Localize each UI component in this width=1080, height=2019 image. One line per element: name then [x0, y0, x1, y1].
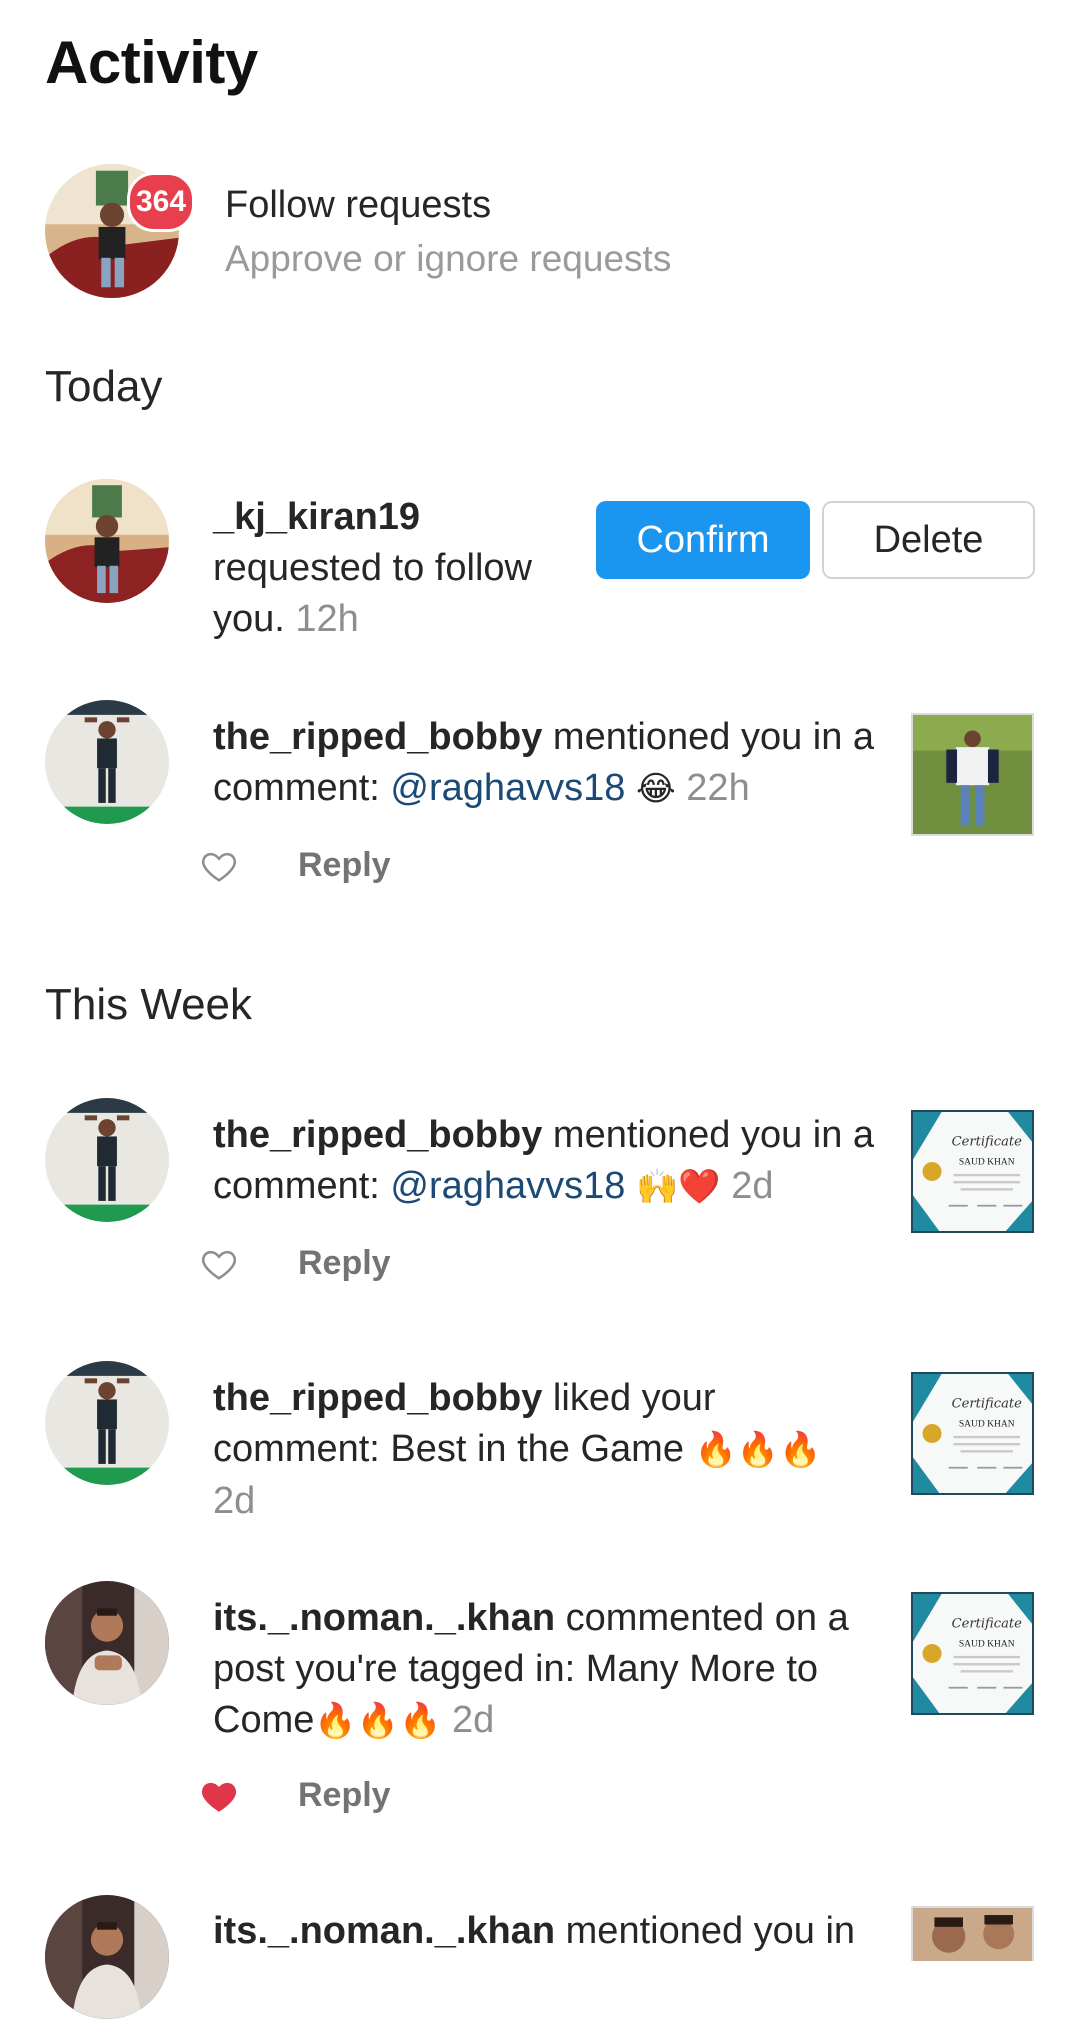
timestamp: 12h — [295, 598, 359, 640]
certificate-heading: Certificate — [952, 1396, 1023, 1411]
follow-requests-title[interactable]: Follow requests — [225, 184, 491, 227]
mention-link[interactable]: @raghavvs18 — [390, 767, 625, 809]
request-text-line1: requested to follow — [213, 547, 532, 589]
avatar-the-ripped-bobby[interactable] — [45, 700, 169, 824]
timestamp: 2d — [731, 1165, 774, 1207]
timestamp: 2d — [213, 1480, 256, 1522]
username-link[interactable]: the_ripped_bobby — [213, 716, 542, 758]
page-title: Activity — [45, 29, 258, 96]
mention-link[interactable]: @raghavvs18 — [390, 1165, 625, 1207]
certificate-name: SAUD KHAN — [959, 1639, 1015, 1649]
username-link[interactable]: its._.noman._.khan — [213, 1597, 555, 1639]
avatar-the-ripped-bobby[interactable] — [45, 1098, 169, 1222]
request-text-line2: you. — [213, 598, 285, 640]
mention-notification-text: the_ripped_bobby mentioned you in a comm… — [213, 712, 883, 815]
action-text: liked your — [542, 1377, 716, 1419]
username-link[interactable]: its._.noman._.khan — [213, 1910, 555, 1952]
certificate-thumbnail[interactable]: Certificate SAUD KHAN — [911, 1372, 1034, 1495]
follow-requests-count-badge: 364 — [127, 172, 195, 232]
timestamp: 22h — [686, 767, 750, 809]
like-notification-text: the_ripped_bobby liked your comment: Bes… — [213, 1373, 883, 1527]
username-link[interactable]: _kj_kiran19 — [213, 496, 420, 538]
mention-notification-text: the_ripped_bobby mentioned you in a comm… — [213, 1110, 883, 1213]
username-link[interactable]: the_ripped_bobby — [213, 1114, 542, 1156]
emoji: 🙌❤️ — [636, 1167, 721, 1207]
avatar-its-noman-khan[interactable] — [45, 1581, 169, 1705]
action-text: commented on a — [555, 1597, 849, 1639]
mention-notification-text: its._.noman._.khan mentioned you in — [213, 1906, 883, 1957]
follow-request-text: _kj_kiran19 requested to follow you. 12h — [213, 492, 583, 645]
liked-comment-text: comment: Best in the Game — [213, 1428, 695, 1470]
delete-button[interactable]: Delete — [822, 501, 1035, 579]
action-text: mentioned you in a — [542, 1114, 875, 1156]
reply-button[interactable]: Reply — [298, 1244, 391, 1283]
avatar-its-noman-khan[interactable] — [45, 1895, 169, 2019]
post-thumbnail[interactable] — [911, 1906, 1034, 1961]
action-text: mentioned you in a — [542, 716, 875, 758]
emoji: 🔥🔥🔥 — [314, 1701, 442, 1741]
section-today-heading: Today — [45, 362, 163, 411]
comment-prefix: comment: — [213, 767, 391, 809]
action-text: mentioned you in — [555, 1910, 856, 1952]
comment-text-line2: post you're tagged in: Many More to — [213, 1648, 819, 1690]
confirm-button[interactable]: Confirm — [596, 501, 810, 579]
avatar-kj-kiran19[interactable] — [45, 479, 169, 603]
follow-requests-subtitle: Approve or ignore requests — [225, 238, 672, 279]
heart-filled-icon[interactable] — [200, 1777, 238, 1815]
reply-button[interactable]: Reply — [298, 846, 391, 885]
username-link[interactable]: the_ripped_bobby — [213, 1377, 542, 1419]
heart-icon[interactable] — [200, 1245, 238, 1283]
certificate-name: SAUD KHAN — [959, 1157, 1015, 1167]
emoji: 🔥🔥🔥 — [694, 1430, 822, 1470]
section-this-week-heading: This Week — [45, 980, 253, 1029]
heart-icon[interactable] — [200, 847, 238, 885]
certificate-heading: Certificate — [952, 1134, 1023, 1149]
certificate-name: SAUD KHAN — [959, 1419, 1015, 1429]
reply-button[interactable]: Reply — [298, 1776, 391, 1815]
avatar-the-ripped-bobby[interactable] — [45, 1361, 169, 1485]
certificate-thumbnail[interactable]: Certificate SAUD KHAN — [911, 1592, 1034, 1715]
timestamp: 2d — [451, 1699, 495, 1741]
comment-prefix: comment: — [213, 1165, 391, 1207]
emoji: 😂 — [636, 769, 676, 809]
comment-notification-text: its._.noman._.khan commented on a post y… — [213, 1593, 883, 1747]
certificate-thumbnail[interactable]: Certificate SAUD KHAN — [911, 1110, 1034, 1233]
certificate-heading: Certificate — [952, 1616, 1023, 1631]
post-thumbnail[interactable] — [911, 713, 1034, 836]
comment-text-line3: Come — [213, 1699, 315, 1741]
